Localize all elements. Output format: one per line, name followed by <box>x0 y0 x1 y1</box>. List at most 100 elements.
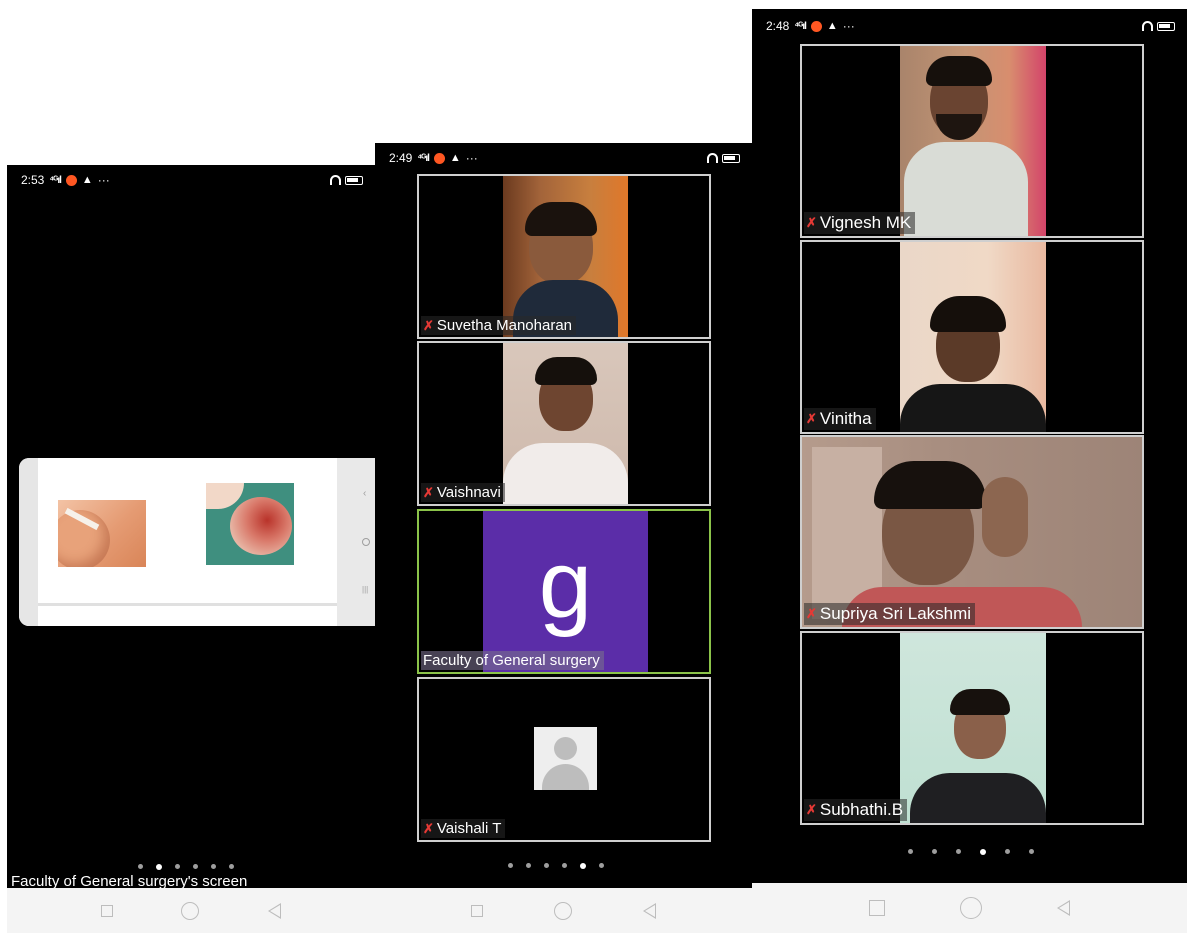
page-dot[interactable] <box>932 849 937 854</box>
avatar: g <box>483 511 648 672</box>
page-dot[interactable] <box>229 864 234 869</box>
circle-icon[interactable] <box>362 538 370 546</box>
page-dot[interactable] <box>193 864 198 869</box>
status-bar: 2:48 ⁴ᴳıl ▲ ··· <box>752 9 1187 43</box>
status-time: 2:49 <box>389 151 413 165</box>
home-icon[interactable] <box>181 901 200 920</box>
stomach-image <box>58 500 146 567</box>
page-dot-active[interactable] <box>580 863 586 869</box>
status-bar: 2:49 ⁴ᴳıl ▲ ··· <box>375 143 752 173</box>
android-nav-bar <box>375 888 752 933</box>
participant-tile[interactable]: ✗ Vignesh MK <box>800 44 1144 238</box>
back-icon[interactable] <box>267 902 281 919</box>
more-icon: ··· <box>842 19 855 33</box>
participant-video <box>900 242 1046 432</box>
page-indicator[interactable] <box>908 849 1034 855</box>
signal-icon: ⁴ᴳıl <box>49 174 61 186</box>
phone-screen-share: 2:53 ⁴ᴳıl ▲ ··· ‹ ||| Faculty of General… <box>7 165 375 933</box>
battery-icon <box>1157 21 1175 31</box>
participant-name: ✗ Vinitha <box>804 408 876 430</box>
status-time: 2:53 <box>21 173 45 187</box>
page-dot[interactable] <box>508 863 513 868</box>
page-dot-active[interactable] <box>980 849 986 855</box>
participant-video <box>802 437 1142 627</box>
chevron-left-icon[interactable]: ‹ <box>363 488 366 499</box>
mic-muted-icon: ✗ <box>806 606 817 621</box>
page-dot-active[interactable] <box>156 864 162 870</box>
participant-tile-active-speaker[interactable]: g Faculty of General surgery <box>417 509 711 674</box>
recent-apps-icon[interactable] <box>869 900 886 916</box>
shared-slide[interactable]: ‹ ||| <box>19 458 375 626</box>
participant-video <box>503 343 628 504</box>
participant-name: Faculty of General surgery <box>421 651 604 670</box>
participant-name: ✗ Vaishnavi <box>421 483 505 502</box>
signal-icon: ⁴ᴳıl <box>794 20 806 32</box>
slide-right-panel: ‹ ||| <box>337 458 375 626</box>
back-icon[interactable] <box>1056 900 1070 916</box>
home-icon[interactable] <box>553 901 572 920</box>
headphone-icon <box>707 153 718 163</box>
battery-icon <box>345 175 363 185</box>
headphone-icon <box>1142 21 1153 31</box>
recent-apps-icon[interactable] <box>470 904 483 917</box>
mic-muted-icon: ✗ <box>806 215 817 230</box>
participant-video <box>503 176 628 337</box>
participant-tile[interactable]: ✗ Suvetha Manoharan <box>417 174 711 339</box>
notification-icon <box>433 152 445 164</box>
back-icon[interactable] <box>643 902 657 919</box>
page-dot[interactable] <box>211 864 216 869</box>
page-indicator[interactable] <box>138 864 234 870</box>
page-indicator[interactable] <box>508 863 604 869</box>
android-nav-bar <box>752 883 1187 933</box>
page-dot[interactable] <box>562 863 567 868</box>
page-dot[interactable] <box>1029 849 1034 854</box>
participant-tile[interactable]: ✗ Vaishnavi <box>417 341 711 506</box>
mic-muted-icon: ✗ <box>423 820 434 836</box>
participant-tile[interactable]: ✗ Subhathi.B <box>800 631 1144 825</box>
notification-icon <box>65 174 77 186</box>
home-icon[interactable] <box>959 897 982 919</box>
menu-lines-icon[interactable]: ||| <box>362 585 368 594</box>
participant-tile[interactable]: ✗ Vinitha <box>800 240 1144 434</box>
more-icon: ··· <box>97 173 110 187</box>
status-bar: 2:53 ⁴ᴳıl ▲ ··· <box>7 165 375 195</box>
page-dot[interactable] <box>544 863 549 868</box>
mic-muted-icon: ✗ <box>806 802 817 817</box>
participant-name: ✗ Supriya Sri Lakshmi <box>804 603 976 625</box>
recent-apps-icon[interactable] <box>101 904 114 917</box>
participant-name: ✗ Vaishali T <box>421 819 506 838</box>
avatar-letter: g <box>538 530 593 638</box>
slide-bottom-line <box>38 603 337 606</box>
page-dot[interactable] <box>599 863 604 868</box>
participant-name: ✗ Subhathi.B <box>804 799 908 821</box>
slide-left-margin <box>19 458 38 626</box>
mic-muted-icon: ✗ <box>423 317 434 333</box>
status-time: 2:48 <box>766 19 790 33</box>
app-icon: ▲ <box>449 152 461 164</box>
android-nav-bar <box>7 888 375 933</box>
page-dot[interactable] <box>956 849 961 854</box>
participant-tile[interactable]: ✗ Vaishali T <box>417 677 711 842</box>
headphone-icon <box>330 175 341 185</box>
participant-video <box>900 633 1046 823</box>
mic-muted-icon: ✗ <box>806 411 817 426</box>
page-dot[interactable] <box>1005 849 1010 854</box>
app-icon: ▲ <box>826 20 838 32</box>
page-dot[interactable] <box>138 864 143 869</box>
participant-name: ✗ Vignesh MK <box>804 212 916 234</box>
battery-icon <box>722 153 740 163</box>
participant-video <box>900 46 1046 236</box>
phone-gallery-3: 2:48 ⁴ᴳıl ▲ ··· ✗ Vignesh MK ✗ Vinitha ✗… <box>752 9 1187 933</box>
more-icon: ··· <box>465 151 478 165</box>
default-avatar-icon <box>534 727 597 790</box>
page-dot[interactable] <box>526 863 531 868</box>
phone-gallery-2: 2:49 ⁴ᴳıl ▲ ··· ✗ Suvetha Manoharan ✗ Vais… <box>375 143 752 933</box>
signal-icon: ⁴ᴳıl <box>417 152 429 164</box>
page-dot[interactable] <box>175 864 180 869</box>
specimen-image <box>206 483 294 565</box>
participant-name: ✗ Suvetha Manoharan <box>421 316 577 335</box>
participant-tile[interactable]: ✗ Supriya Sri Lakshmi <box>800 435 1144 629</box>
app-icon: ▲ <box>81 174 93 186</box>
mic-muted-icon: ✗ <box>423 484 434 500</box>
page-dot[interactable] <box>908 849 913 854</box>
